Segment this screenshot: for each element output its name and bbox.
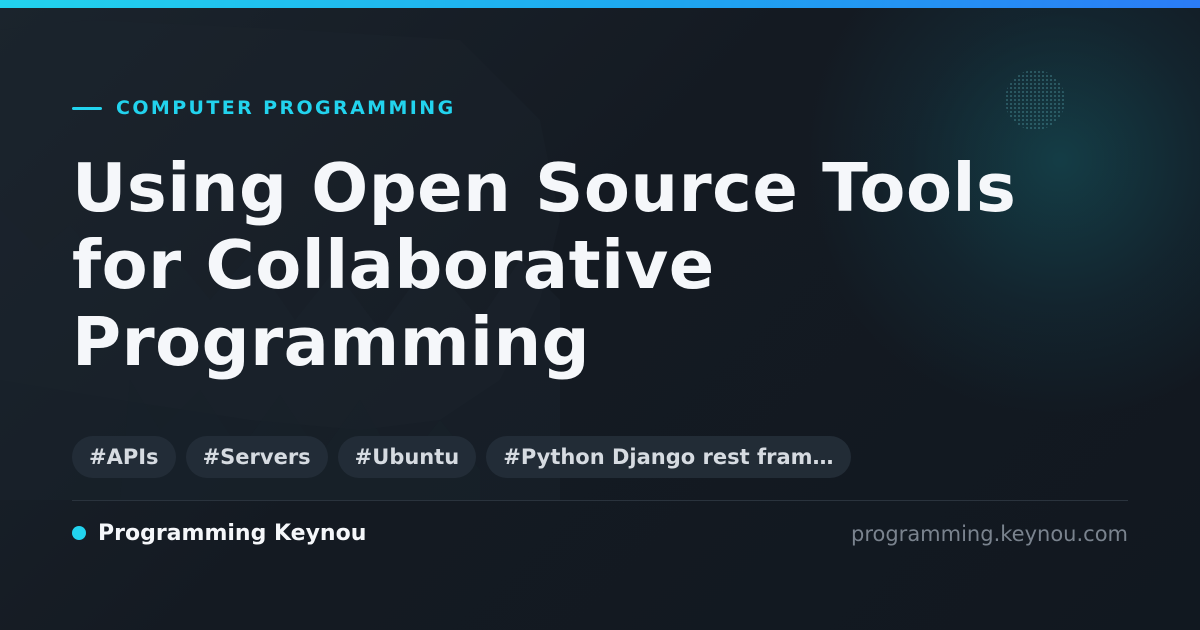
brand: Programming Keynou [72, 518, 366, 548]
category-dash [72, 106, 102, 110]
tag-python-django: #Python Django rest fram… [486, 436, 851, 478]
page-title: Using Open Source Tools for Collaborativ… [72, 149, 1017, 381]
accent-bar [0, 0, 1200, 8]
tag-servers: #Servers [185, 436, 328, 478]
tag-ubuntu: #Ubuntu [337, 436, 477, 478]
brand-dot-icon [72, 526, 86, 540]
category: COMPUTER PROGRAMMING [72, 96, 456, 120]
divider [72, 500, 1128, 501]
tag-list: #APIs #Servers #Ubuntu #Python Django re… [72, 436, 851, 478]
share-card: COMPUTER PROGRAMMING Using Open Source T… [0, 0, 1200, 630]
tag-apis: #APIs [72, 436, 176, 478]
dot-pattern [1005, 70, 1065, 130]
site-url: programming.keynou.com [851, 522, 1128, 546]
brand-name: Programming Keynou [98, 520, 367, 546]
category-label: COMPUTER PROGRAMMING [116, 97, 456, 119]
